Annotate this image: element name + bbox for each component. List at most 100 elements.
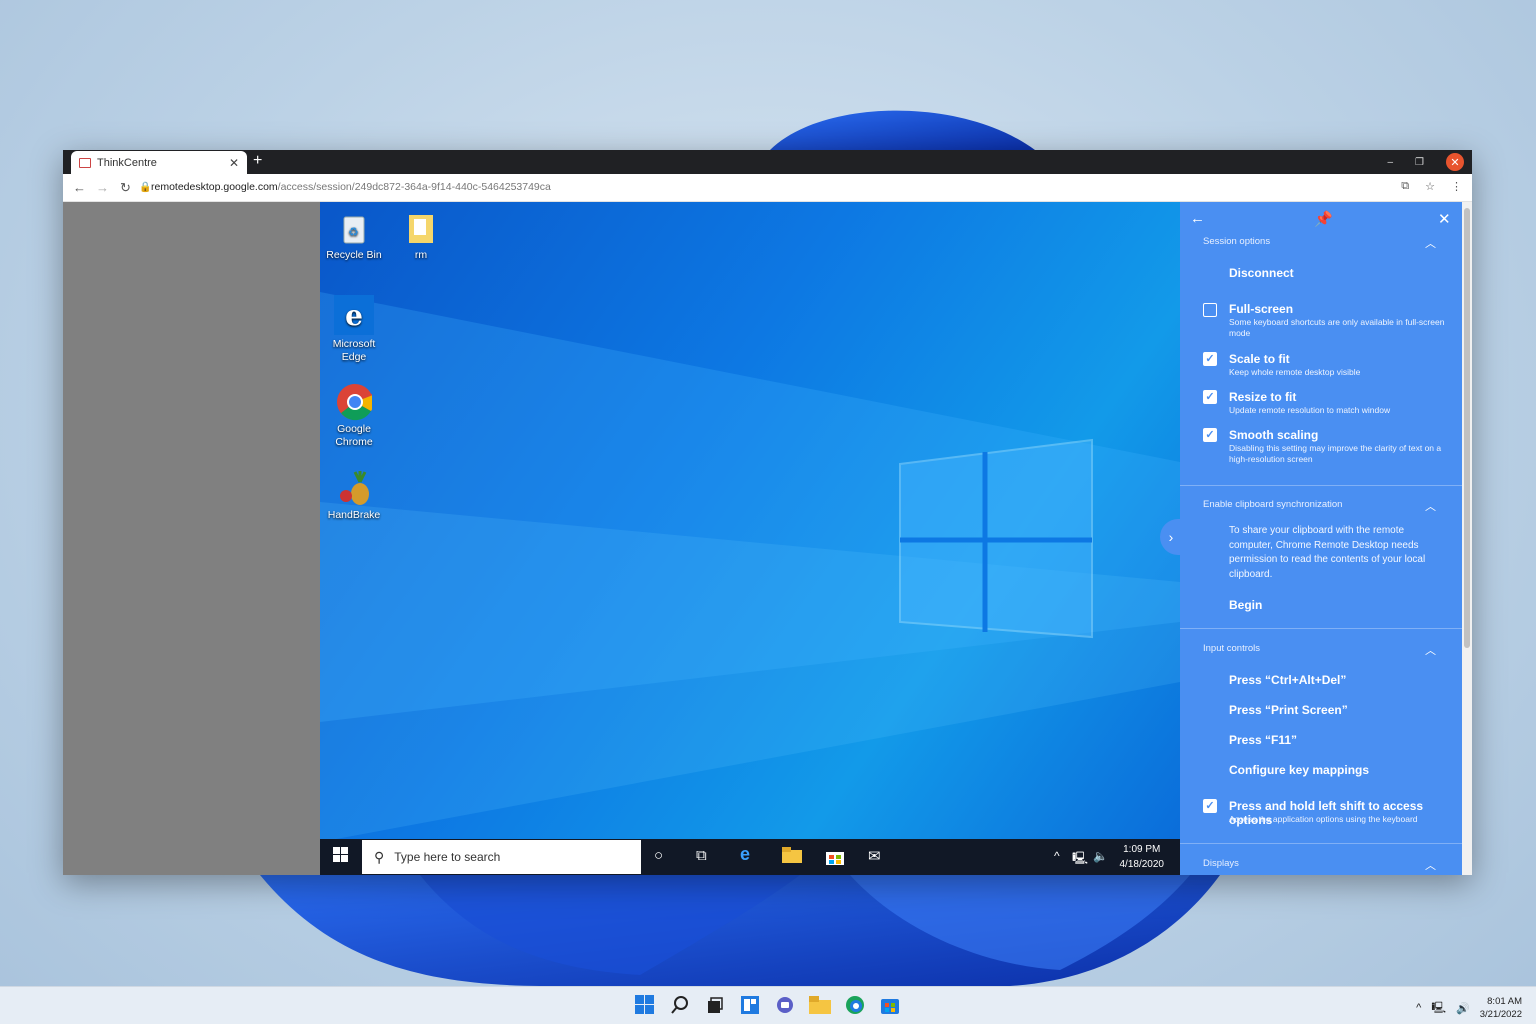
handbrake-pineapple-icon	[336, 470, 372, 506]
section-displays[interactable]: Displays	[1203, 858, 1239, 869]
back-arrow-icon[interactable]: ←	[1190, 210, 1205, 227]
url-host: remotedesktop.google.com	[151, 181, 278, 193]
scale-to-fit-checkbox[interactable]: ✓	[1203, 352, 1217, 366]
lock-icon: 🔒	[139, 182, 152, 193]
smooth-scaling-desc: Disabling this setting may improve the c…	[1229, 443, 1442, 464]
clipboard-description: To share your clipboard with the remote …	[1229, 525, 1426, 580]
network-icon[interactable]: 🖳	[1072, 849, 1088, 870]
remote-search-box[interactable]: ⚲ Type here to search	[362, 840, 641, 874]
section-clipboard[interactable]: Enable clipboard synchronization	[1203, 499, 1342, 510]
key-mappings-button[interactable]: Configure key mappings	[1229, 763, 1369, 777]
new-tab-button[interactable]: +	[253, 152, 262, 170]
print-screen-button[interactable]: Press “Print Screen”	[1229, 703, 1348, 717]
divider	[1180, 485, 1462, 486]
tray-chevron-icon[interactable]: ^	[1054, 849, 1060, 863]
chevron-up-icon[interactable]: ︿	[1425, 857, 1436, 873]
forward-icon[interactable]: →	[96, 180, 109, 195]
resize-to-fit-desc: Update remote resolution to match window	[1229, 405, 1391, 415]
chevron-right-icon: ›	[1168, 529, 1174, 545]
chevron-up-icon[interactable]: ︿	[1425, 642, 1436, 658]
bookmark-star-icon[interactable]: ☆	[1425, 180, 1435, 193]
host-system-tray: ^ 🖳 🔊 8:01 AM 3/21/2022	[1416, 995, 1522, 1021]
svg-text:♻: ♻	[348, 225, 359, 239]
resize-to-fit-label[interactable]: Resize to fit	[1229, 390, 1296, 404]
left-shift-desc: Access the application options using the…	[1229, 814, 1418, 824]
edge-taskbar-icon[interactable]: e	[740, 844, 750, 865]
search-icon[interactable]	[666, 992, 694, 1018]
tab-title: ThinkCentre	[97, 156, 157, 169]
network-icon[interactable]: 🖳	[1431, 999, 1446, 1018]
smooth-scaling-checkbox[interactable]: ✓	[1203, 428, 1217, 442]
windows-start-icon[interactable]	[333, 847, 348, 866]
pin-icon[interactable]: 📌	[1314, 210, 1333, 228]
edge-icon[interactable]	[841, 992, 869, 1018]
disconnect-button[interactable]: Disconnect	[1229, 266, 1294, 280]
volume-icon[interactable]: 🔊	[1456, 1002, 1470, 1015]
reload-icon[interactable]: ↻	[120, 180, 131, 196]
f11-button[interactable]: Press “F11”	[1229, 733, 1297, 747]
tab-strip: ThinkCentre ✕ + – ❐ ✕	[63, 150, 1472, 174]
remote-viewport: ♻ Recycle Bin rm e Microsoft Edge Google…	[63, 202, 1472, 875]
windows-wallpaper	[320, 292, 1180, 842]
remote-desktop[interactable]: ♻ Recycle Bin rm e Microsoft Edge Google…	[320, 202, 1180, 875]
file-explorer-icon[interactable]	[782, 847, 802, 867]
task-view-icon[interactable]	[701, 992, 729, 1018]
full-screen-checkbox[interactable]	[1203, 303, 1217, 317]
section-input-controls[interactable]: Input controls	[1203, 643, 1260, 654]
host-clock[interactable]: 8:01 AM 3/21/2022	[1480, 995, 1522, 1021]
ctrl-alt-del-button[interactable]: Press “Ctrl+Alt+Del”	[1229, 673, 1346, 687]
desktop-icon-chrome[interactable]: Google Chrome	[324, 384, 384, 449]
volume-icon[interactable]: 🔈	[1093, 849, 1108, 863]
address-bar: ← → ↻ 🔒 remotedesktop.google.com/access/…	[63, 174, 1472, 202]
file-explorer-icon[interactable]	[806, 992, 834, 1018]
smooth-scaling-label[interactable]: Smooth scaling	[1229, 428, 1318, 442]
store-icon[interactable]	[876, 992, 904, 1018]
minimize-icon[interactable]: –	[1387, 157, 1393, 168]
full-screen-desc: Some keyboard shortcuts are only availab…	[1229, 317, 1445, 338]
full-screen-label[interactable]: Full-screen	[1229, 302, 1293, 316]
teams-chat-icon[interactable]	[771, 992, 799, 1018]
scale-to-fit-desc: Keep whole remote desktop visible	[1229, 367, 1361, 377]
remote-desktop-favicon	[79, 157, 91, 168]
resize-to-fit-checkbox[interactable]: ✓	[1203, 390, 1217, 404]
scrollbar-thumb[interactable]	[1464, 208, 1470, 648]
session-options-panel: ← 📌 ✕ Session options ︿ Disconnect Full-…	[1180, 202, 1462, 875]
close-window-icon[interactable]: ✕	[1446, 153, 1464, 171]
open-in-window-icon[interactable]: ⧉	[1401, 180, 1409, 193]
panel-scrollbar[interactable]	[1462, 202, 1472, 875]
divider	[1180, 628, 1462, 629]
cortana-icon[interactable]: ○	[654, 847, 663, 864]
section-session-options[interactable]: Session options	[1203, 236, 1270, 247]
store-icon[interactable]	[825, 847, 845, 869]
chrome-icon	[336, 384, 372, 421]
mail-icon[interactable]: ✉	[868, 847, 881, 865]
window-controls: – ❐ ✕	[1387, 153, 1464, 171]
chevron-up-icon[interactable]: ︿	[1425, 498, 1436, 514]
chrome-browser-window: ThinkCentre ✕ + – ❐ ✕ ← → ↻ 🔒 remotedesk…	[63, 150, 1472, 875]
desktop-icon-edge[interactable]: e Microsoft Edge	[324, 295, 384, 364]
windows11-start-icon[interactable]	[631, 992, 659, 1018]
menu-kebab-icon[interactable]: ⋮	[1451, 180, 1462, 193]
tray-chevron-icon[interactable]: ^	[1416, 1002, 1421, 1014]
task-view-icon[interactable]: ⧉	[696, 847, 707, 864]
widgets-icon[interactable]	[736, 992, 764, 1018]
url-path: /access/session/249dc872-364a-9f14-440c-…	[277, 181, 551, 193]
restore-icon[interactable]: ❐	[1415, 157, 1424, 168]
chevron-up-icon[interactable]: ︿	[1425, 235, 1436, 251]
folder-icon	[403, 210, 439, 246]
recycle-bin-icon: ♻	[336, 210, 372, 246]
url-field[interactable]: remotedesktop.google.com/access/session/…	[151, 181, 551, 193]
remote-taskbar: ⚲ Type here to search ○ ⧉ e ✉ ^ 🖳 🔈 1:09…	[320, 839, 1180, 875]
desktop-icon-rm[interactable]: rm	[391, 210, 451, 262]
divider	[1180, 843, 1462, 844]
desktop-icon-handbrake[interactable]: HandBrake	[324, 470, 384, 522]
close-panel-icon[interactable]: ✕	[1438, 210, 1451, 228]
tab-thinkcentre[interactable]: ThinkCentre ✕	[71, 151, 247, 174]
back-icon[interactable]: ←	[73, 180, 86, 195]
left-shift-checkbox[interactable]: ✓	[1203, 799, 1217, 813]
scale-to-fit-label[interactable]: Scale to fit	[1229, 352, 1290, 366]
remote-clock[interactable]: 1:09 PM 4/18/2020	[1120, 842, 1165, 872]
desktop-icon-recycle-bin[interactable]: ♻ Recycle Bin	[324, 210, 384, 262]
begin-button[interactable]: Begin	[1229, 598, 1262, 612]
tab-close-icon[interactable]: ✕	[229, 156, 239, 170]
